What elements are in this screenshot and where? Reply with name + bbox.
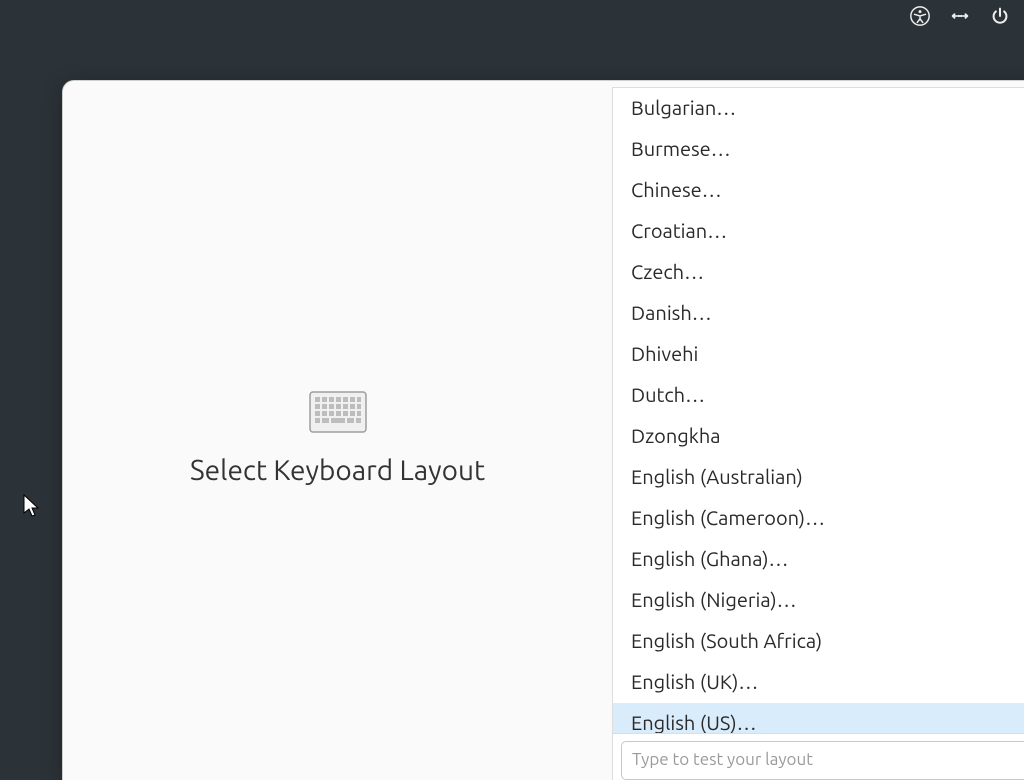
layout-item[interactable]: Burmese…	[613, 129, 1024, 170]
layout-item[interactable]: English (US)…	[613, 703, 1024, 734]
layout-item[interactable]: Dutch…	[613, 375, 1024, 416]
layout-list-container: Bulgarian…Burmese…Chinese…Croatian…Czech…	[613, 88, 1024, 734]
right-pane: Bulgarian…Burmese…Chinese…Croatian…Czech…	[612, 87, 1024, 780]
layout-item[interactable]: English (Nigeria)…	[613, 580, 1024, 621]
layout-item[interactable]: Dhivehi	[613, 334, 1024, 375]
layout-item[interactable]: English (Ghana)…	[613, 539, 1024, 580]
power-icon[interactable]	[988, 4, 1012, 28]
layout-item[interactable]: English (UK)…	[613, 662, 1024, 703]
layout-item[interactable]: Chinese…	[613, 170, 1024, 211]
test-field-wrap	[613, 734, 1024, 780]
layout-item[interactable]: English (Cameroon)…	[613, 498, 1024, 539]
keyboard-icon	[309, 391, 367, 433]
layout-list: Bulgarian…Burmese…Chinese…Croatian…Czech…	[613, 88, 1024, 733]
network-icon[interactable]	[948, 4, 972, 28]
layout-item[interactable]: Bulgarian…	[613, 88, 1024, 129]
layout-item[interactable]: Croatian…	[613, 211, 1024, 252]
left-pane: Select Keyboard Layout	[63, 81, 612, 780]
accessibility-icon[interactable]	[908, 4, 932, 28]
top-bar	[908, 4, 1012, 28]
layout-item[interactable]: Dzongkha	[613, 416, 1024, 457]
page-title: Select Keyboard Layout	[190, 455, 485, 486]
keyboard-layout-dialog: Select Keyboard Layout Bulgarian…Burmese…	[62, 80, 1024, 780]
layout-item[interactable]: Danish…	[613, 293, 1024, 334]
mouse-cursor	[23, 494, 43, 520]
layout-item[interactable]: English (Australian)	[613, 457, 1024, 498]
layout-item[interactable]: Czech…	[613, 252, 1024, 293]
test-layout-input[interactable]	[621, 741, 1024, 780]
layout-item[interactable]: English (South Africa)	[613, 621, 1024, 662]
